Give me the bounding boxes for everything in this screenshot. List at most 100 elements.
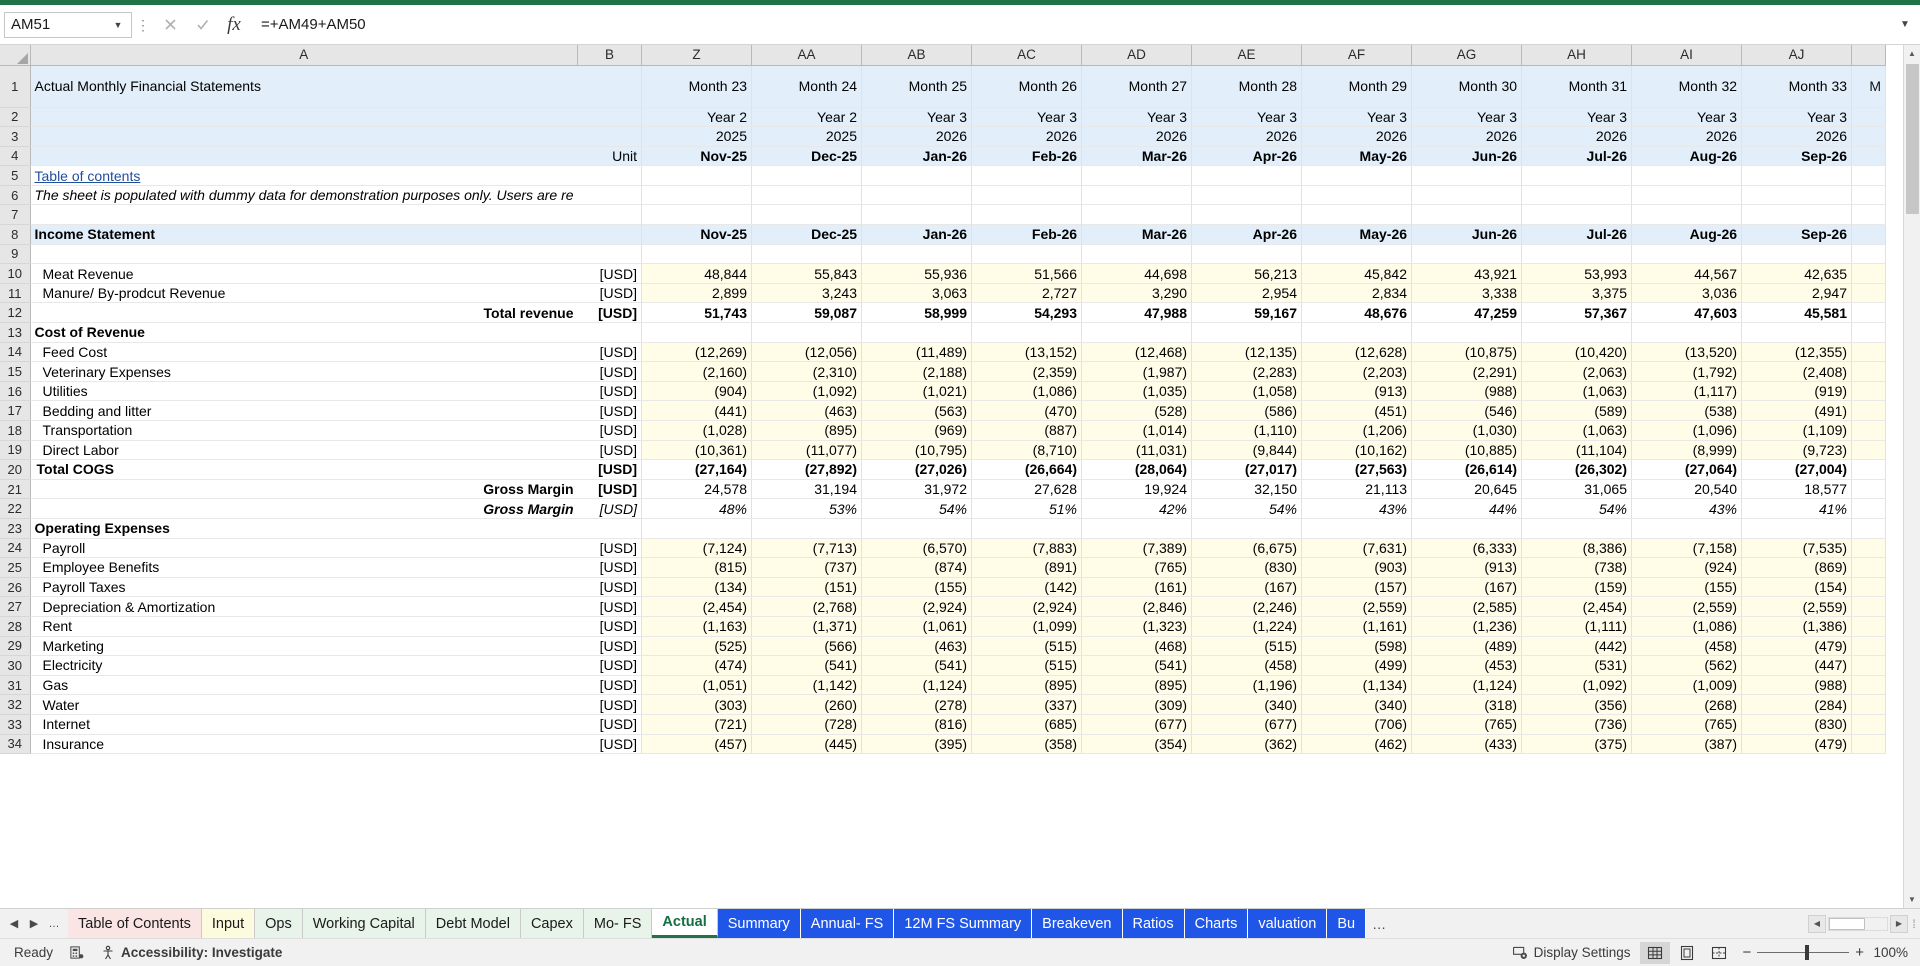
cell-B23[interactable] (577, 518, 643, 539)
value-r15-Feb-26[interactable]: (2,359) (971, 361, 1083, 382)
horizontal-scroll-thumb[interactable] (1829, 917, 1865, 930)
value-r20-Feb-26[interactable]: (26,664) (971, 459, 1083, 480)
row-header-33[interactable]: 33 (0, 714, 31, 735)
value-r19-Jun-26[interactable]: (10,885) (1411, 440, 1523, 461)
column-header-AB[interactable]: AB (861, 45, 973, 66)
cell-empty[interactable] (1631, 204, 1743, 226)
cell-overflow[interactable] (1851, 498, 1887, 519)
value-r34-Jun-26[interactable]: (433) (1411, 734, 1523, 755)
value-r30-Dec-25[interactable]: (541) (751, 655, 863, 676)
value-r31-Apr-26[interactable]: (1,196) (1191, 675, 1303, 696)
value-r19-Dec-25[interactable]: (11,077) (751, 440, 863, 461)
zoom-slider[interactable]: − + (1736, 944, 1870, 961)
value-r10-Feb-26[interactable]: 51,566 (971, 263, 1083, 284)
value-r26-Jun-26[interactable]: (167) (1411, 577, 1523, 598)
record-macro-icon[interactable] (61, 945, 92, 960)
value-r30-Jul-26[interactable]: (531) (1521, 655, 1633, 676)
value-r29-Apr-26[interactable]: (515) (1191, 636, 1303, 657)
sheet-tab-breakeven[interactable]: Breakeven (1032, 909, 1123, 938)
value-r34-Jan-26[interactable]: (395) (861, 734, 973, 755)
cell-overflow[interactable] (1851, 557, 1887, 578)
value-r17-Jun-26[interactable]: (546) (1411, 400, 1523, 421)
value-r10-May-26[interactable]: 45,842 (1301, 263, 1413, 284)
value-r20-Jul-26[interactable]: (26,302) (1521, 459, 1633, 480)
value-r19-May-26[interactable]: (10,162) (1301, 440, 1413, 461)
vertical-scrollbar[interactable]: ▲ ▼ (1903, 45, 1920, 908)
value-r19-Feb-26[interactable]: (8,710) (971, 440, 1083, 461)
value-r15-Sep-26[interactable]: (2,408) (1741, 361, 1853, 382)
value-r26-Jan-26[interactable]: (155) (861, 577, 973, 598)
row-header-26[interactable]: 26 (0, 577, 31, 598)
row-header-10[interactable]: 10 (0, 263, 31, 284)
value-r31-Nov-25[interactable]: (1,051) (641, 675, 753, 696)
value-r29-Feb-26[interactable]: (515) (971, 636, 1083, 657)
value-r26-Mar-26[interactable]: (161) (1081, 577, 1193, 598)
value-r34-Mar-26[interactable]: (354) (1081, 734, 1193, 755)
value-r30-Sep-26[interactable]: (447) (1741, 655, 1853, 676)
value-r28-Nov-25[interactable]: (1,163) (641, 616, 753, 637)
cell-overflow[interactable] (1851, 479, 1887, 500)
value-r20-Jan-26[interactable]: (27,026) (861, 459, 973, 480)
value-r31-Aug-26[interactable]: (1,009) (1631, 675, 1743, 696)
sheet-tab-capex[interactable]: Capex (520, 909, 584, 938)
cell-empty[interactable] (1191, 185, 1303, 206)
value-r20-May-26[interactable]: (27,563) (1301, 459, 1413, 480)
value-r14-Mar-26[interactable]: (12,468) (1081, 341, 1193, 363)
value-r12-Feb-26[interactable]: 54,293 (971, 302, 1083, 324)
value-r14-Feb-26[interactable]: (13,152) (971, 341, 1083, 363)
value-r30-Aug-26[interactable]: (562) (1631, 655, 1743, 676)
value-r18-Nov-25[interactable]: (1,028) (641, 420, 753, 441)
cell-empty[interactable] (751, 322, 863, 343)
value-r19-Mar-26[interactable]: (11,031) (1081, 440, 1193, 461)
cell-empty[interactable] (861, 165, 973, 186)
sheet-tab-actual[interactable]: Actual (652, 909, 718, 938)
value-r33-Aug-26[interactable]: (765) (1631, 714, 1743, 735)
horizontal-scrollbar[interactable]: ◀ ▶ (1808, 909, 1908, 939)
row-header-16[interactable]: 16 (0, 381, 31, 402)
value-r24-Jul-26[interactable]: (8,386) (1521, 538, 1633, 559)
minus-icon[interactable]: − (1742, 944, 1751, 961)
cell-empty[interactable] (861, 204, 973, 226)
value-r19-Sep-26[interactable]: (9,723) (1741, 440, 1853, 461)
value-r18-Mar-26[interactable]: (1,014) (1081, 420, 1193, 441)
value-r27-Sep-26[interactable]: (2,559) (1741, 596, 1853, 617)
tab-split-handle[interactable]: ⁞ (1908, 917, 1920, 931)
value-r10-Apr-26[interactable]: 56,213 (1191, 263, 1303, 284)
formula-bar-grip[interactable]: ⋮ (132, 18, 154, 32)
sheet-tab-charts[interactable]: Charts (1184, 909, 1249, 938)
cell-overflow[interactable] (1851, 675, 1887, 696)
value-r30-Nov-25[interactable]: (474) (641, 655, 753, 676)
cell-empty[interactable] (1851, 518, 1887, 539)
value-r25-Jul-26[interactable]: (738) (1521, 557, 1633, 578)
value-r28-Apr-26[interactable]: (1,224) (1191, 616, 1303, 637)
value-r11-Dec-25[interactable]: 3,243 (751, 283, 863, 304)
row-header-30[interactable]: 30 (0, 655, 31, 676)
value-r26-Jul-26[interactable]: (159) (1521, 577, 1633, 598)
value-r31-May-26[interactable]: (1,134) (1301, 675, 1413, 696)
sheet-tab-12m-fs-summary[interactable]: 12M FS Summary (894, 909, 1033, 938)
value-r27-Aug-26[interactable]: (2,559) (1631, 596, 1743, 617)
value-r27-Dec-25[interactable]: (2,768) (751, 596, 863, 617)
cell-A2[interactable] (30, 107, 578, 128)
cell-empty[interactable] (1301, 322, 1413, 343)
sheet-tab-summary[interactable]: Summary (717, 909, 801, 938)
cell-empty[interactable] (971, 322, 1083, 343)
vertical-scroll-thumb[interactable] (1905, 64, 1919, 214)
value-r19-Jul-26[interactable]: (11,104) (1521, 440, 1633, 461)
column-header-B[interactable]: B (577, 45, 643, 66)
value-r11-Apr-26[interactable]: 2,954 (1191, 283, 1303, 304)
cell-empty[interactable] (641, 322, 753, 343)
value-r25-May-26[interactable]: (903) (1301, 557, 1413, 578)
value-r18-Aug-26[interactable]: (1,096) (1631, 420, 1743, 441)
value-r24-May-26[interactable]: (7,631) (1301, 538, 1413, 559)
value-r20-Apr-26[interactable]: (27,017) (1191, 459, 1303, 480)
value-r18-Sep-26[interactable]: (1,109) (1741, 420, 1853, 441)
row-header-21[interactable]: 21 (0, 479, 31, 500)
value-r11-Nov-25[interactable]: 2,899 (641, 283, 753, 304)
value-r30-May-26[interactable]: (499) (1301, 655, 1413, 676)
zoom-track[interactable] (1757, 945, 1850, 960)
value-r29-Mar-26[interactable]: (468) (1081, 636, 1193, 657)
sheet-tab-bu[interactable]: Bu (1327, 909, 1367, 938)
value-r10-Mar-26[interactable]: 44,698 (1081, 263, 1193, 284)
value-r22-Apr-26[interactable]: 54% (1191, 498, 1303, 519)
